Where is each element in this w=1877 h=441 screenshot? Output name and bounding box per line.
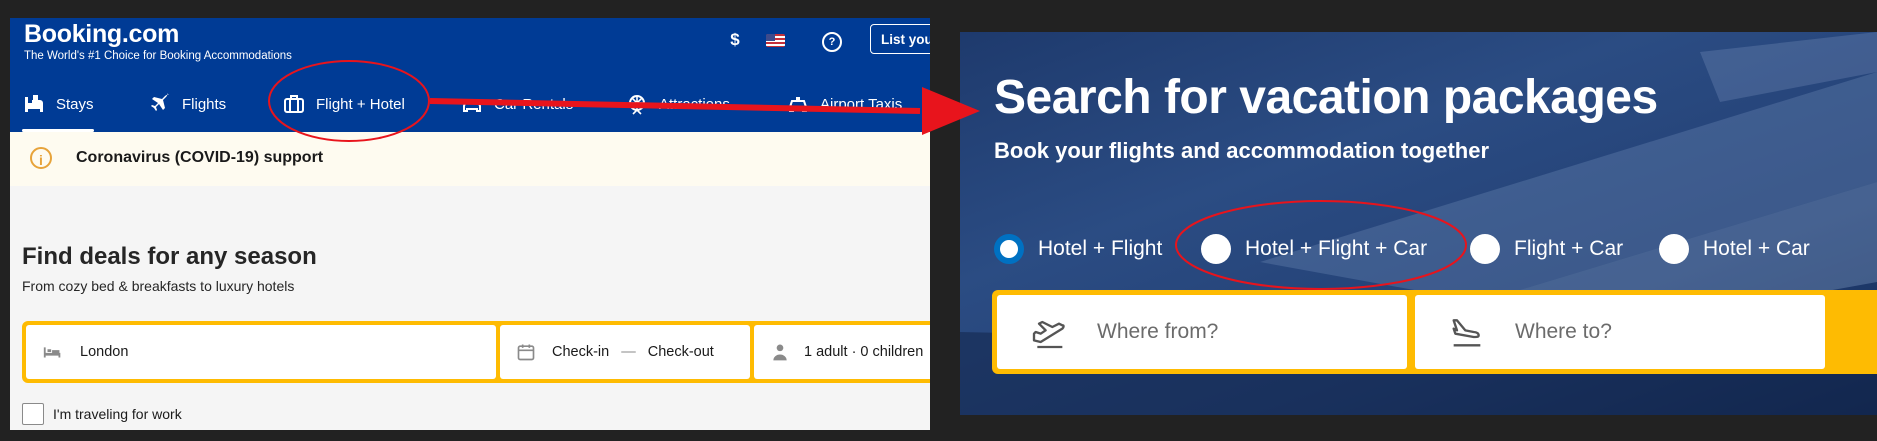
info-icon: i bbox=[30, 147, 52, 169]
destination-value: London bbox=[80, 344, 129, 360]
nav-label: Attractions bbox=[659, 95, 730, 113]
plane-icon bbox=[151, 93, 169, 111]
nav-item-car-rentals[interactable]: Car Rentals bbox=[460, 80, 573, 128]
radio-selected[interactable] bbox=[994, 234, 1024, 264]
nav-label: Airport Taxis bbox=[820, 95, 903, 113]
nav-label: Flights bbox=[182, 95, 227, 113]
destination-input[interactable]: London bbox=[26, 325, 496, 379]
hero-subtitle: From cozy bed & breakfasts to luxury hot… bbox=[22, 278, 295, 294]
work-travel-label: I'm traveling for work bbox=[53, 406, 182, 422]
radio-unselected[interactable] bbox=[1659, 234, 1689, 264]
us-flag-icon[interactable] bbox=[766, 34, 785, 47]
packages-title: Search for vacation packages bbox=[994, 71, 1658, 124]
bed-icon bbox=[43, 347, 61, 358]
site-tagline: The World's #1 Choice for Booking Accomm… bbox=[24, 50, 292, 62]
plane-landing-icon bbox=[1452, 319, 1481, 347]
nav-item-flights[interactable]: Flights bbox=[148, 80, 226, 128]
site-header: Booking.com The World's #1 Choice for Bo… bbox=[10, 18, 930, 132]
booking-homepage-screenshot: Booking.com The World's #1 Choice for Bo… bbox=[10, 18, 930, 430]
package-option-hotel-car[interactable]: Hotel + Car bbox=[1659, 234, 1810, 264]
product-nav: Stays Flights Flight + Hotel Car Rentals… bbox=[10, 80, 930, 132]
booking-logo[interactable]: Booking.com bbox=[24, 20, 179, 49]
check-out-label: Check-out bbox=[647, 344, 714, 360]
packages-subtitle: Book your flights and accommodation toge… bbox=[994, 138, 1490, 163]
package-option-flight-car[interactable]: Flight + Car bbox=[1470, 234, 1623, 264]
work-travel-checkbox[interactable]: I'm traveling for work bbox=[22, 403, 182, 425]
calendar-icon bbox=[517, 344, 535, 361]
person-icon bbox=[773, 344, 787, 361]
radio-unselected[interactable] bbox=[1470, 234, 1500, 264]
where-to-placeholder: Where to? bbox=[1515, 320, 1612, 343]
nav-label: Flight + Hotel bbox=[316, 95, 405, 113]
search-bar: London Check-in — Check-out 1 adult · 0 … bbox=[22, 321, 930, 383]
nav-label: Car Rentals bbox=[494, 95, 574, 113]
nav-item-stays[interactable]: Stays bbox=[22, 80, 94, 132]
ferris-wheel-icon bbox=[629, 95, 645, 115]
where-from-placeholder: Where from? bbox=[1097, 320, 1219, 343]
package-option-label: Hotel + Car bbox=[1703, 237, 1810, 260]
radio-unselected[interactable] bbox=[1201, 234, 1231, 264]
package-option-label: Hotel + Flight + Car bbox=[1245, 237, 1428, 260]
check-in-label: Check-in bbox=[552, 344, 610, 360]
plane-takeoff-icon bbox=[1032, 320, 1065, 349]
guests-value: 1 adult · 0 children bbox=[804, 344, 924, 360]
help-icon[interactable]: ? bbox=[822, 32, 842, 52]
nav-item-flight-hotel[interactable]: Flight + Hotel bbox=[282, 80, 405, 128]
package-option-hotel-flight-car[interactable]: Hotel + Flight + Car bbox=[1201, 234, 1427, 264]
package-search-bar: Where from? Where to? bbox=[992, 290, 1877, 374]
package-option-hotel-flight[interactable]: Hotel + Flight bbox=[994, 234, 1162, 264]
taxi-icon bbox=[789, 97, 807, 112]
checkbox[interactable] bbox=[22, 403, 44, 425]
nav-item-airport-taxis[interactable]: Airport Taxis bbox=[786, 80, 902, 128]
date-separator: — bbox=[621, 344, 636, 360]
package-option-label: Flight + Car bbox=[1514, 237, 1624, 260]
date-picker[interactable]: Check-in — Check-out bbox=[500, 325, 750, 379]
covid-banner-text: Coronavirus (COVID-19) support bbox=[76, 149, 324, 166]
where-from-input[interactable]: Where from? bbox=[997, 295, 1407, 369]
package-option-label: Hotel + Flight bbox=[1038, 237, 1163, 260]
bed-icon bbox=[25, 95, 43, 112]
list-property-button[interactable]: List your bbox=[870, 24, 930, 54]
suitcase-icon bbox=[284, 95, 304, 113]
car-icon bbox=[463, 99, 481, 112]
currency-button[interactable]: $ bbox=[715, 30, 755, 50]
hero-title: Find deals for any season bbox=[22, 243, 317, 270]
nav-item-attractions[interactable]: Attractions bbox=[625, 80, 730, 128]
nav-label: Stays bbox=[56, 95, 94, 113]
covid-banner[interactable]: i Coronavirus (COVID-19) support bbox=[10, 132, 930, 186]
where-to-input[interactable]: Where to? bbox=[1415, 295, 1825, 369]
vacation-packages-screenshot: Search for vacation packages Book your f… bbox=[960, 32, 1877, 415]
guests-selector[interactable]: 1 adult · 0 children bbox=[754, 325, 930, 379]
